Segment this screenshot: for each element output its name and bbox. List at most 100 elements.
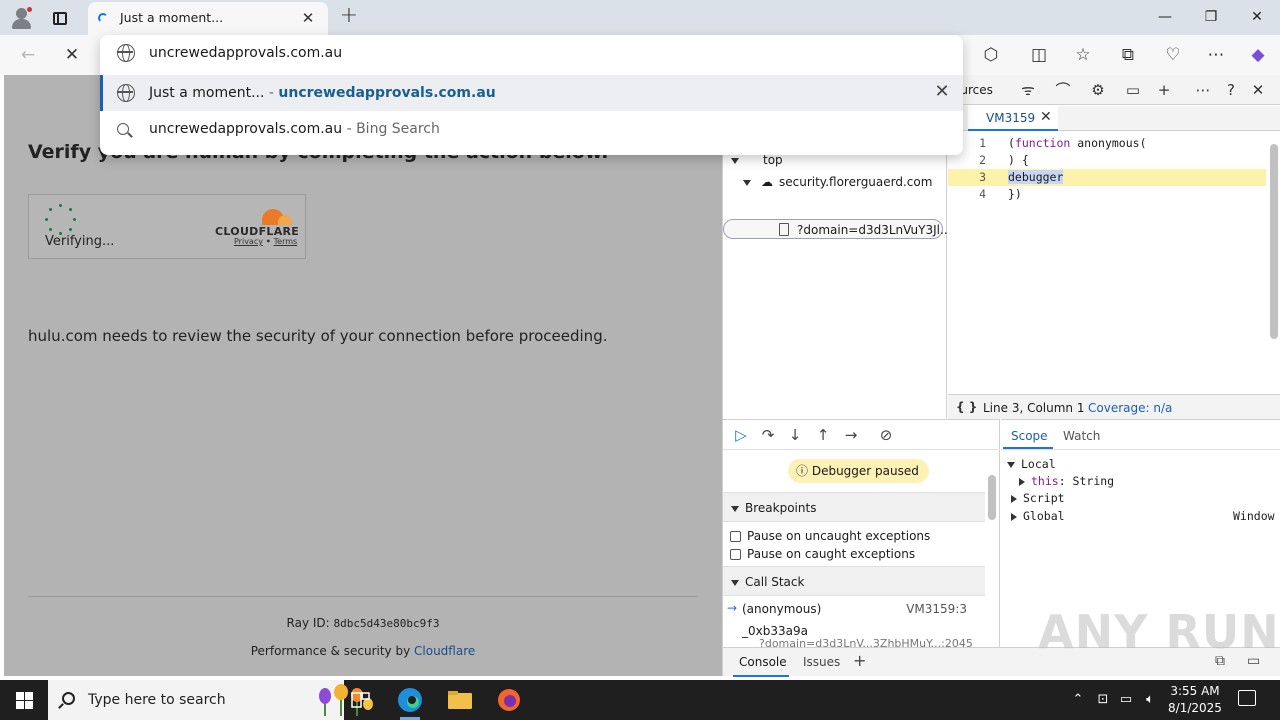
- settings-more-icon[interactable]: ⋯: [1202, 41, 1230, 69]
- line-number: 3: [979, 170, 986, 184]
- step-out-icon[interactable]: ↑: [813, 426, 833, 444]
- line-number: 4: [979, 187, 986, 201]
- privacy-link[interactable]: Privacy: [234, 237, 263, 246]
- device-icon[interactable]: ⊡: [1093, 680, 1113, 720]
- windows-start-icon[interactable]: [0, 680, 48, 720]
- tab-strip: Just a moment... ✕ + — ❐ ✕: [0, 0, 1280, 35]
- windows-taskbar: Type here to search ⌃ ⊡ ▭ 🔈︎ 3:55 AM 8/1…: [0, 680, 1280, 720]
- firefox-icon[interactable]: [485, 680, 533, 720]
- checkbox[interactable]: [730, 531, 741, 542]
- task-view-icon[interactable]: [336, 680, 384, 720]
- tab-console[interactable]: Console: [739, 655, 787, 669]
- favorites-icon[interactable]: ☆: [1069, 41, 1097, 69]
- terms-link[interactable]: Terms: [274, 237, 298, 246]
- help-icon[interactable]: ?: [1221, 80, 1241, 100]
- tab-watch[interactable]: Watch: [1063, 429, 1100, 443]
- checkbox[interactable]: [730, 549, 741, 560]
- gear-icon[interactable]: ⚙: [1088, 80, 1108, 100]
- tree-label-top: top: [763, 153, 783, 167]
- remove-suggestion-icon[interactable]: ✕: [933, 83, 951, 101]
- tab-issues[interactable]: Issues: [803, 655, 840, 669]
- frame-location[interactable]: VM3159:3: [906, 602, 967, 616]
- resume-icon[interactable]: ▷: [731, 426, 751, 444]
- tab-scope[interactable]: Scope: [1011, 429, 1048, 443]
- stop-loading-button[interactable]: ✕: [58, 41, 86, 69]
- code-line: 1 (function anonymous(: [948, 135, 1266, 152]
- pretty-print-icon[interactable]: { }: [956, 400, 977, 414]
- code-token: }): [1008, 187, 1022, 201]
- restore-button[interactable]: ❐: [1188, 0, 1234, 34]
- close-window-button[interactable]: ✕: [1234, 0, 1280, 34]
- split-screen-icon[interactable]: ◫: [1025, 41, 1053, 69]
- suggestion-row-search[interactable]: uncrewedapprovals.com.au - Bing Search: [100, 111, 963, 147]
- suggestion-row-site[interactable]: Just a moment... - uncrewedapprovals.com…: [100, 75, 963, 111]
- deactivate-breakpoints-icon[interactable]: ⊘: [876, 426, 896, 444]
- debugger-paused-badge: ⓘ Debugger paused: [788, 459, 929, 483]
- globe-icon: [117, 84, 135, 102]
- close-tab-icon[interactable]: ✕: [300, 10, 316, 26]
- editor-status-bar: { } Line 3, Column 1 Coverage: n/a: [948, 394, 1280, 419]
- scope-script[interactable]: Script: [1011, 491, 1065, 505]
- scope-this[interactable]: this: String: [1019, 474, 1114, 488]
- step-over-icon[interactable]: ↷: [758, 426, 778, 444]
- close-editor-tab-icon[interactable]: ✕: [1040, 109, 1052, 125]
- add-drawer-tab-icon[interactable]: +: [853, 651, 866, 670]
- browser-essentials-icon[interactable]: ♡: [1159, 41, 1187, 69]
- turnstile-widget[interactable]: Verifying... CLOUDFLARE Privacy • Terms: [28, 194, 306, 259]
- extensions-icon[interactable]: ⬡: [977, 41, 1005, 69]
- file-explorer-icon[interactable]: [436, 680, 484, 720]
- profile-icon[interactable]: [10, 6, 34, 30]
- copilot-icon[interactable]: ◆: [1244, 41, 1272, 69]
- clock-date: 8/1/2025: [1168, 701, 1222, 715]
- close-devtools-icon[interactable]: ✕: [1248, 80, 1268, 100]
- edge-app-icon[interactable]: [386, 680, 434, 720]
- tree-item-domain[interactable]: ☁ security.florerguaerd.com: [743, 175, 932, 189]
- back-button[interactable]: ←: [14, 41, 42, 69]
- editor-tab-label: VM3159: [986, 111, 1036, 125]
- pause-uncaught-checkbox[interactable]: Pause on uncaught exceptions: [730, 529, 930, 543]
- editor-tab-vm[interactable]: VM3159 ✕: [968, 106, 1058, 131]
- code-text: }): [1008, 187, 1022, 201]
- breakpoints-header[interactable]: Breakpoints: [723, 492, 985, 522]
- step-icon[interactable]: →: [841, 426, 861, 444]
- scope-global[interactable]: Global: [1011, 509, 1065, 523]
- taskbar-search[interactable]: Type here to search: [48, 680, 373, 720]
- debugger-scrollbar[interactable]: [988, 475, 996, 520]
- call-frame[interactable]: → (anonymous) VM3159:3: [723, 600, 985, 618]
- call-stack-title: Call Stack: [745, 575, 805, 589]
- volume-icon[interactable]: 🔈︎: [1140, 680, 1160, 720]
- tab-title: Just a moment...: [120, 10, 224, 25]
- call-stack-header[interactable]: Call Stack: [723, 566, 985, 596]
- notifications-icon[interactable]: [1238, 690, 1256, 706]
- step-into-icon[interactable]: ↓: [785, 426, 805, 444]
- current-frame-arrow-icon: →: [727, 601, 738, 615]
- collections-icon[interactable]: ⧉: [1114, 41, 1142, 69]
- cloudflare-link[interactable]: Cloudflare: [414, 644, 475, 658]
- expand-icon: [1011, 512, 1017, 521]
- debugger-statement: debugger: [1008, 170, 1064, 184]
- more-options-icon[interactable]: ⋯: [1193, 80, 1213, 100]
- coverage-status[interactable]: Coverage: n/a: [1088, 401, 1172, 415]
- new-tab-button[interactable]: +: [338, 4, 360, 28]
- scope-local[interactable]: Local: [1007, 457, 1056, 471]
- taskbar-clock[interactable]: 3:55 AM 8/1/2025: [1160, 683, 1230, 717]
- tree-item-top[interactable]: top: [731, 153, 783, 167]
- minimize-button[interactable]: —: [1142, 0, 1188, 34]
- network-conditions-icon[interactable]: ᯤ: [1018, 80, 1038, 100]
- code-line-paused: 3 debugger: [948, 169, 1266, 186]
- clock-time: 3:55 AM: [1170, 684, 1220, 698]
- browser-tab[interactable]: Just a moment... ✕: [88, 2, 328, 35]
- show-hidden-icons-icon[interactable]: ⌃: [1068, 680, 1088, 720]
- performance-icon[interactable]: ⌒: [1053, 80, 1073, 100]
- editor-scrollbar[interactable]: [1270, 144, 1278, 339]
- widget-links: Privacy • Terms: [234, 237, 297, 246]
- code-text: debugger: [1008, 170, 1064, 184]
- application-icon[interactable]: ▭: [1123, 80, 1143, 100]
- tab-actions-icon[interactable]: [48, 6, 72, 30]
- tree-item-file[interactable]: ?domain=d3d3LnVuY3Jl...: [723, 219, 951, 239]
- network-icon[interactable]: ▭: [1116, 680, 1136, 720]
- pause-caught-checkbox[interactable]: Pause on caught exceptions: [730, 547, 915, 561]
- code-token: ) {: [1008, 153, 1029, 167]
- more-tools-plus-icon[interactable]: +: [1154, 80, 1174, 100]
- address-input[interactable]: uncrewedapprovals.com.au: [100, 35, 963, 71]
